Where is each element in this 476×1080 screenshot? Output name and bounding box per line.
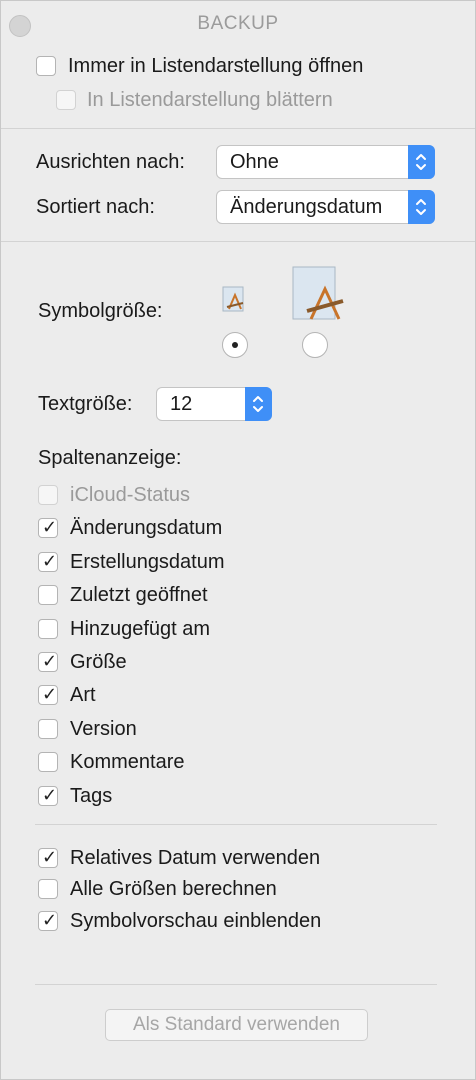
created-date-label: Erstellungsdatum [70, 551, 225, 573]
calculate-sizes-checkbox[interactable] [38, 879, 58, 899]
icon-size-large-radio[interactable] [302, 332, 328, 358]
icon-preview-checkbox[interactable]: ✓ [38, 910, 58, 931]
popup-stepper-icon [408, 190, 435, 224]
text-size-value: 12 [170, 393, 193, 415]
arrange-popup[interactable]: Ohne [216, 145, 435, 179]
window-title: BACKUP [197, 13, 279, 34]
date-added-checkbox[interactable] [38, 619, 58, 639]
small-app-icon [221, 285, 247, 320]
sort-popup[interactable]: Änderungsdatum [216, 190, 435, 224]
view-options-window: BACKUP Immer in Listendarstellung öffnen… [0, 0, 476, 1080]
comments-checkbox[interactable] [38, 752, 58, 772]
last-opened-label: Zuletzt geöffnet [70, 584, 208, 606]
always-list-checkbox[interactable] [36, 56, 56, 76]
icloud-status-label: iCloud-Status [70, 484, 191, 506]
tags-label: Tags [70, 785, 113, 807]
version-label: Version [70, 718, 137, 740]
checkmark-icon: ✓ [42, 847, 58, 867]
separator [1, 241, 475, 242]
comments-label: Kommentare [70, 751, 185, 773]
separator [1, 128, 475, 129]
checkmark-icon: ✓ [42, 651, 58, 671]
size-checkbox[interactable]: ✓ [38, 651, 58, 672]
icon-preview-label: Symbolvorschau einblenden [70, 910, 322, 932]
title-bar[interactable]: BACKUP [1, 1, 475, 45]
checkmark-icon: ✓ [42, 551, 58, 571]
popup-stepper-icon [245, 387, 272, 421]
arrange-value: Ohne [230, 151, 279, 173]
size-label: Größe [70, 651, 127, 673]
calculate-sizes-label: Alle Größen berechnen [70, 878, 277, 900]
sort-value: Änderungsdatum [230, 196, 383, 218]
radio-selected-dot [232, 342, 238, 348]
text-size-popup[interactable]: 12 [156, 387, 272, 421]
version-checkbox[interactable] [38, 719, 58, 739]
separator [35, 984, 437, 985]
last-opened-checkbox[interactable] [38, 585, 58, 605]
sort-label: Sortiert nach: [36, 196, 155, 218]
kind-checkbox[interactable]: ✓ [38, 684, 58, 705]
checkmark-icon: ✓ [42, 517, 58, 537]
kind-label: Art [70, 684, 96, 706]
text-size-label: Textgröße: [38, 393, 133, 415]
checkmark-icon: ✓ [42, 684, 58, 704]
use-as-defaults-button[interactable]: Als Standard verwenden [105, 1009, 368, 1041]
always-list-label: Immer in Listendarstellung öffnen [68, 55, 364, 77]
created-date-checkbox[interactable]: ✓ [38, 551, 58, 572]
checkmark-icon: ✓ [42, 785, 58, 805]
arrange-label: Ausrichten nach: [36, 151, 185, 173]
date-added-label: Hinzugefügt am [70, 618, 211, 640]
modified-date-label: Änderungsdatum [70, 517, 223, 539]
browse-list-checkbox[interactable] [56, 90, 76, 110]
tags-checkbox[interactable]: ✓ [38, 785, 58, 806]
modified-date-checkbox[interactable]: ✓ [38, 517, 58, 538]
separator [35, 824, 437, 825]
icon-size-small-radio[interactable] [222, 332, 248, 358]
icon-size-label: Symbolgröße: [38, 300, 163, 322]
columns-label: Spaltenanzeige: [38, 447, 182, 469]
large-app-icon [289, 265, 349, 330]
icloud-status-checkbox[interactable] [38, 485, 58, 505]
relative-date-checkbox[interactable]: ✓ [38, 847, 58, 868]
checkmark-icon: ✓ [42, 910, 58, 930]
browse-list-label: In Listendarstellung blättern [87, 89, 333, 111]
relative-date-label: Relatives Datum verwenden [70, 847, 321, 869]
popup-stepper-icon [408, 145, 435, 179]
